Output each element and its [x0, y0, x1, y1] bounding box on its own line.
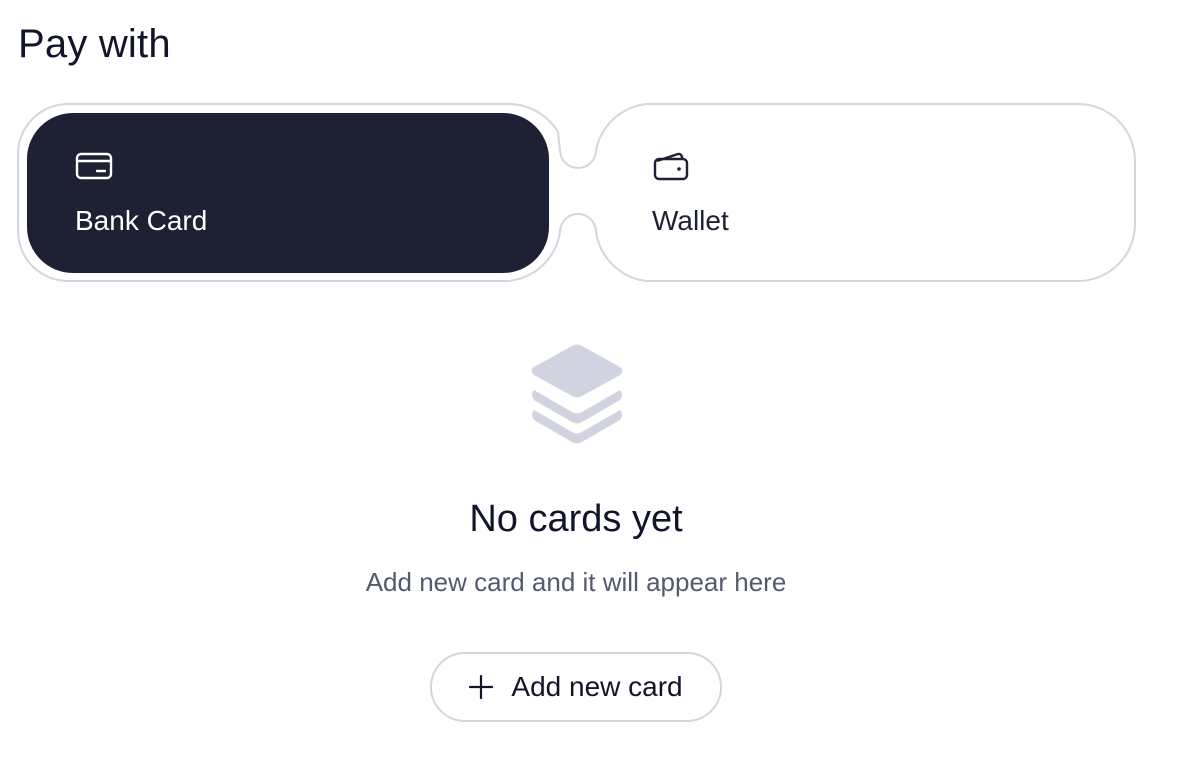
pay-with-panel: Pay with Bank Card Wallet No cards yet A…	[0, 0, 1192, 766]
card-icon	[75, 152, 113, 180]
add-new-card-button[interactable]: Add new card	[430, 652, 722, 722]
payment-option-wallet[interactable]: Wallet	[596, 113, 1136, 273]
plus-icon	[469, 675, 494, 699]
payment-option-label: Bank Card	[75, 205, 208, 236]
stack-icon	[531, 344, 623, 444]
payment-option-bank-card[interactable]: Bank Card	[27, 113, 549, 273]
add-new-card-label: Add new card	[511, 671, 683, 702]
empty-state-subtitle: Add new card and it will appear here	[365, 567, 787, 597]
page-title: Pay with	[18, 22, 171, 66]
wallet-icon	[653, 152, 689, 181]
empty-state-title: No cards yet	[469, 498, 683, 540]
payment-option-label: Wallet	[652, 205, 729, 236]
